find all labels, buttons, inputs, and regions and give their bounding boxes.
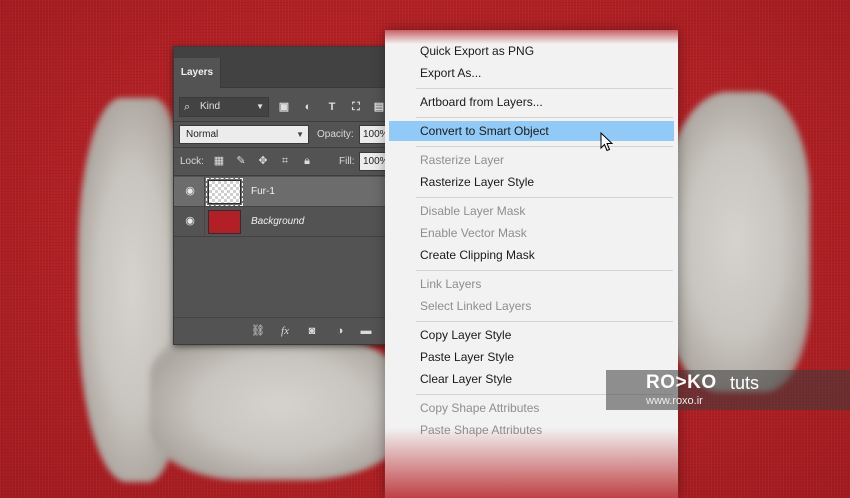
watermark-brand: RO>KO	[646, 372, 717, 393]
menu-item-enable-vector-mask[interactable]: Enable Vector Mask	[389, 223, 674, 243]
layer-thumbnail[interactable]	[208, 210, 241, 234]
layers-panel: Layers ⌕ Kind ▼ ▣ ◐ T ⛶ ▤ Normal ▼ Opaci…	[173, 46, 394, 345]
visibility-column: ◉	[174, 177, 205, 206]
menu-item-link-layers[interactable]: Link Layers	[389, 274, 674, 294]
tab-layers[interactable]: Layers	[174, 58, 221, 88]
lock-position-icon[interactable]: ✥	[256, 154, 270, 168]
adjustment-filter-icon[interactable]: ◐	[301, 100, 315, 114]
menu-separator	[416, 270, 673, 271]
menu-item-select-linked-layers[interactable]: Select Linked Layers	[389, 296, 674, 316]
watermark-url: www.roxo.ir	[646, 395, 703, 407]
menu-item-paste-shape-attributes[interactable]: Paste Shape Attributes	[389, 420, 674, 440]
layer-row-fur-1[interactable]: ◉ Fur-1	[174, 177, 389, 207]
layers-panel-bottom-bar: ⛓ fx ◙ ◑ ▬	[174, 317, 389, 344]
smart-object-filter-icon[interactable]: ▤	[372, 100, 386, 114]
chevron-down-icon: ▼	[296, 130, 304, 139]
type-filter-icon[interactable]: T	[325, 100, 339, 114]
menu-item-convert-to-smart-object[interactable]: Convert to Smart Object	[389, 121, 674, 141]
menu-separator	[416, 197, 673, 198]
menu-item-create-clipping-mask[interactable]: Create Clipping Mask	[389, 245, 674, 265]
watermark: RO>KO tuts www.roxo.ir	[606, 370, 850, 410]
layer-name[interactable]: Fur-1	[251, 186, 275, 197]
fx-icon[interactable]: fx	[277, 323, 293, 339]
layer-name[interactable]: Background	[251, 216, 304, 227]
menu-item-copy-layer-style[interactable]: Copy Layer Style	[389, 325, 674, 345]
menu-separator	[416, 117, 673, 118]
menu-item-quick-export-png[interactable]: Quick Export as PNG	[389, 41, 674, 61]
menu-item-paste-layer-style[interactable]: Paste Layer Style	[389, 347, 674, 367]
lock-all-icon[interactable]: 🔒︎	[300, 154, 314, 168]
eye-icon[interactable]: ◉	[184, 215, 196, 227]
chevron-down-icon: ▼	[256, 102, 264, 111]
menu-item-disable-layer-mask[interactable]: Disable Layer Mask	[389, 201, 674, 221]
filter-kind-select[interactable]: ⌕ Kind ▼	[179, 97, 269, 117]
search-icon: ⌕	[184, 101, 191, 113]
fur-shape-right	[660, 92, 810, 392]
fur-shape-left-bottom	[150, 330, 410, 480]
menu-separator	[416, 321, 673, 322]
fill-label: Fill:	[339, 156, 355, 167]
layer-thumbnail[interactable]	[206, 178, 243, 206]
new-group-icon[interactable]: ▬	[358, 323, 374, 339]
visibility-column: ◉	[174, 207, 205, 236]
image-filter-icon[interactable]: ▣	[277, 100, 291, 114]
blend-mode-select[interactable]: Normal ▼	[179, 125, 309, 144]
lock-label: Lock:	[180, 156, 204, 167]
menu-item-export-as[interactable]: Export As...	[389, 63, 674, 83]
layer-mask-icon[interactable]: ◙	[304, 323, 320, 339]
shape-filter-icon[interactable]: ⛶	[349, 100, 363, 114]
context-menu: Quick Export as PNG Export As... Artboar…	[385, 30, 678, 498]
divider	[174, 175, 389, 176]
lock-transparent-pixels-icon[interactable]: ▦	[212, 154, 226, 168]
filter-kind-label: Kind	[200, 101, 221, 112]
eye-icon[interactable]: ◉	[184, 185, 196, 197]
mouse-pointer-icon	[600, 132, 614, 152]
menu-separator	[416, 88, 673, 89]
menu-separator	[416, 146, 673, 147]
layers-panel-tabbar: Layers	[174, 47, 389, 88]
lock-image-pixels-icon[interactable]: ✎	[234, 154, 248, 168]
menu-item-rasterize-layer-style[interactable]: Rasterize Layer Style	[389, 172, 674, 192]
link-layers-icon[interactable]: ⛓	[250, 323, 266, 339]
layer-row-background[interactable]: ◉ Background	[174, 207, 389, 237]
divider	[174, 121, 389, 122]
divider	[174, 147, 389, 148]
menu-item-artboard-from-layers[interactable]: Artboard from Layers...	[389, 92, 674, 112]
blend-mode-value: Normal	[186, 129, 219, 140]
menu-item-rasterize-layer[interactable]: Rasterize Layer	[389, 150, 674, 170]
adjustment-layer-icon[interactable]: ◑	[332, 323, 348, 339]
opacity-label: Opacity:	[317, 129, 354, 140]
watermark-tuts: tuts	[730, 373, 760, 393]
lock-artboard-icon[interactable]: ⌗	[278, 154, 292, 168]
